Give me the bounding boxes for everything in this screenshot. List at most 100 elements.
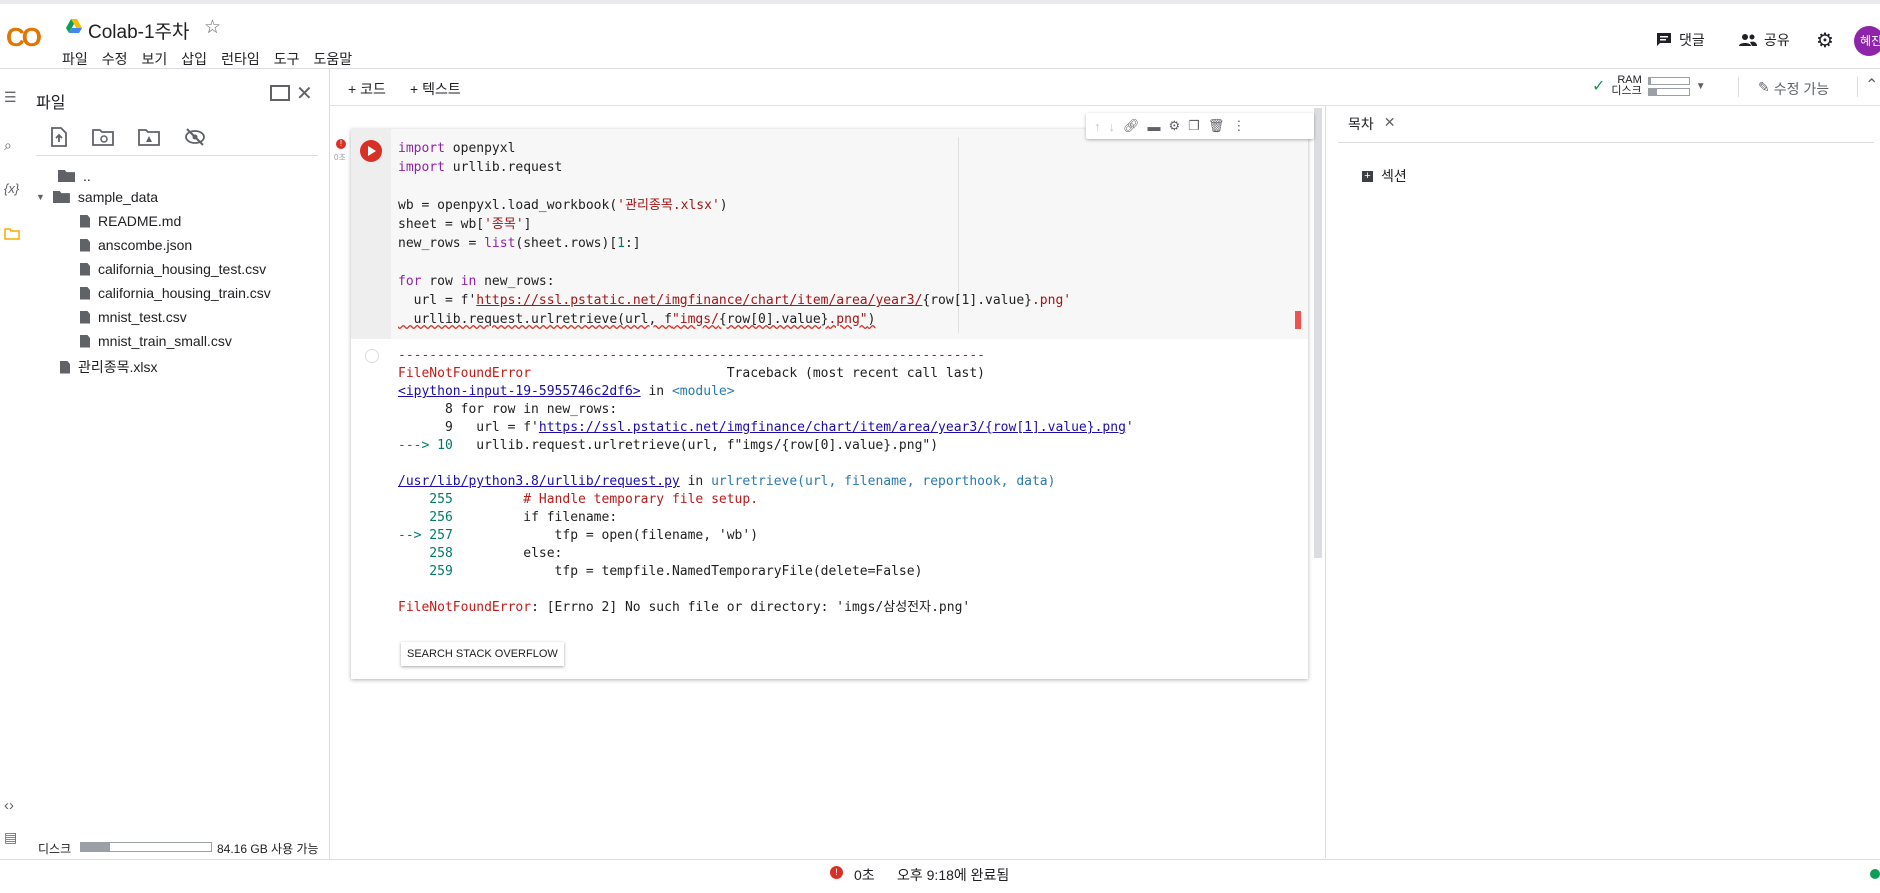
resources-indicator[interactable]: ✓ RAM 디스크 ▼ (1592, 75, 1706, 97)
tree-item-sample-data[interactable]: ▼ sample_data (36, 189, 158, 205)
close-icon[interactable]: ✕ (296, 81, 313, 106)
tree-item-file[interactable]: mnist_test.csv (80, 309, 187, 325)
edit-mode-button[interactable]: ✎ 수정 가능 (1758, 79, 1829, 99)
more-vert-icon[interactable]: ⋮ (1232, 118, 1245, 134)
disk-label-small: 디스크 (1611, 85, 1642, 97)
disk-usage-fill (81, 843, 110, 851)
files-toolbar (50, 127, 206, 147)
logo-text: CO (6, 22, 42, 52)
disk-label: 디스크 (38, 842, 72, 856)
divider (36, 155, 318, 156)
add-section-button[interactable]: + 섹션 (1362, 166, 1407, 186)
tree-item-label: sample_data (77, 189, 159, 205)
folder-icon[interactable] (4, 227, 20, 243)
tree-item-label: 관리종목.xlsx (78, 359, 158, 375)
share-label: 공유 (1764, 32, 1790, 48)
settings-icon[interactable]: ⚙ (1169, 118, 1181, 134)
add-box-icon: + (1362, 170, 1373, 182)
terminal-icon[interactable]: ▤ (4, 829, 17, 846)
comment-icon[interactable]: ▬ (1148, 119, 1161, 134)
folder-up-icon (58, 170, 75, 182)
file-icon (80, 334, 90, 348)
tree-item-up[interactable]: .. (58, 168, 91, 184)
hide-files-icon[interactable] (184, 128, 206, 146)
menu-edit[interactable]: 수정 (102, 49, 128, 69)
tree-item-label: README.md (98, 213, 182, 229)
code-line: urllib.request.urlretrieve(url, f"imgs/{… (398, 312, 876, 327)
folder-icon (52, 191, 70, 203)
menu-file[interactable]: 파일 (62, 49, 88, 69)
code-cell[interactable]: ! 0초 import openpyxl import urllib.reque… (334, 113, 1314, 679)
add-code-button[interactable]: + 코드 (348, 79, 386, 99)
ram-bar (1647, 76, 1690, 85)
disk-bar-small (1647, 87, 1690, 96)
file-icon (80, 238, 90, 252)
collapse-icon[interactable]: ⌃ (1865, 75, 1878, 95)
gear-icon[interactable]: ⚙ (1816, 28, 1834, 53)
search-stack-overflow-button[interactable]: SEARCH STACK OVERFLOW (401, 642, 564, 666)
tree-item-label: mnist_test.csv (98, 309, 187, 325)
upload-file-icon[interactable] (50, 127, 68, 147)
caret-down-icon[interactable]: ▼ (36, 192, 45, 202)
file-icon (80, 214, 90, 228)
menu-bar: 파일 수정 보기 삽입 런타임 도구 도움말 (62, 49, 366, 69)
colab-logo[interactable]: CO (6, 22, 42, 53)
output-frame-link[interactable]: <ipython-input-19-5955746c2df6> in <modu… (398, 383, 735, 401)
comment-button[interactable]: 댓글 (1655, 30, 1705, 50)
toc-tab[interactable]: 목차 ✕ (1348, 114, 1396, 134)
connection-status-icon (1870, 869, 1880, 879)
status-bar: ! 0초 오후 9:18에 완료됨 (0, 859, 1880, 886)
move-down-icon[interactable]: ↓ (1109, 119, 1116, 134)
delete-icon[interactable]: 🗑︎ (1208, 118, 1225, 134)
tree-item-file[interactable]: anscombe.json (80, 237, 192, 253)
share-button[interactable]: 공유 (1738, 30, 1790, 50)
file-icon (80, 310, 90, 324)
avatar[interactable]: 혜진 (1854, 26, 1880, 56)
mirror-cell-icon[interactable]: ❐ (1188, 118, 1200, 134)
section-label: 섹션 (1381, 168, 1407, 184)
menu-runtime[interactable]: 런타임 (221, 49, 260, 69)
tree-item-file[interactable]: 관리종목.xlsx (60, 357, 158, 377)
output-lib-link[interactable]: /usr/lib/python3.8/urllib/request.py in … (398, 473, 1055, 491)
google-drive-icon (66, 19, 82, 33)
status-completed[interactable]: 오후 9:18에 완료됨 (897, 865, 1009, 885)
close-icon[interactable]: ✕ (1384, 114, 1396, 134)
move-up-icon[interactable]: ↑ (1094, 119, 1101, 134)
output-clear-icon[interactable] (365, 349, 379, 363)
menu-view[interactable]: 보기 (142, 49, 168, 69)
menu-tools[interactable]: 도구 (274, 49, 300, 69)
notebook-title[interactable]: Colab-1주차 (88, 17, 190, 44)
pencil-icon: ✎ (1758, 79, 1770, 95)
link-icon[interactable]: 🔗︎ (1123, 118, 1140, 134)
search-icon[interactable]: ⌕ (4, 137, 12, 154)
refresh-folder-icon[interactable] (92, 128, 114, 146)
resource-bars (1647, 76, 1690, 96)
output-line: --> 257 tfp = open(filename, 'wb') (398, 528, 759, 543)
maximize-icon[interactable] (270, 85, 290, 101)
mount-drive-icon[interactable] (138, 128, 160, 146)
output-line: 258 else: (398, 546, 563, 561)
code-snippets-icon[interactable]: ‹› (4, 797, 14, 814)
left-rail: ☰ ⌕ {x} ‹› ▤ (0, 69, 28, 859)
exec-time: 0초 (334, 153, 346, 162)
star-icon[interactable]: ☆ (204, 16, 221, 39)
output-error-header: FileNotFoundError Traceback (most recent… (398, 366, 986, 381)
dropdown-arrow-icon[interactable]: ▼ (1696, 81, 1706, 92)
check-icon: ✓ (1592, 78, 1606, 95)
code-editor[interactable]: ! 0초 import openpyxl import urllib.reque… (334, 129, 1308, 339)
tree-item-file[interactable]: README.md (80, 213, 181, 229)
toc-icon[interactable]: ☰ (4, 89, 17, 106)
add-text-button[interactable]: + 텍스트 (410, 79, 461, 99)
file-icon (60, 360, 70, 374)
menu-help[interactable]: 도움말 (313, 49, 352, 69)
menu-insert[interactable]: 삽입 (181, 49, 207, 69)
scrollbar[interactable] (1314, 108, 1322, 558)
run-cell-button[interactable] (360, 140, 382, 162)
file-icon (80, 262, 90, 276)
tree-item-file[interactable]: california_housing_test.csv (80, 261, 266, 277)
status-duration[interactable]: 0초 (854, 865, 875, 885)
code-line: sheet = wb['종목'] (398, 217, 532, 232)
tree-item-file[interactable]: mnist_train_small.csv (80, 333, 232, 349)
variables-icon[interactable]: {x} (4, 181, 19, 196)
tree-item-file[interactable]: california_housing_train.csv (80, 285, 271, 301)
